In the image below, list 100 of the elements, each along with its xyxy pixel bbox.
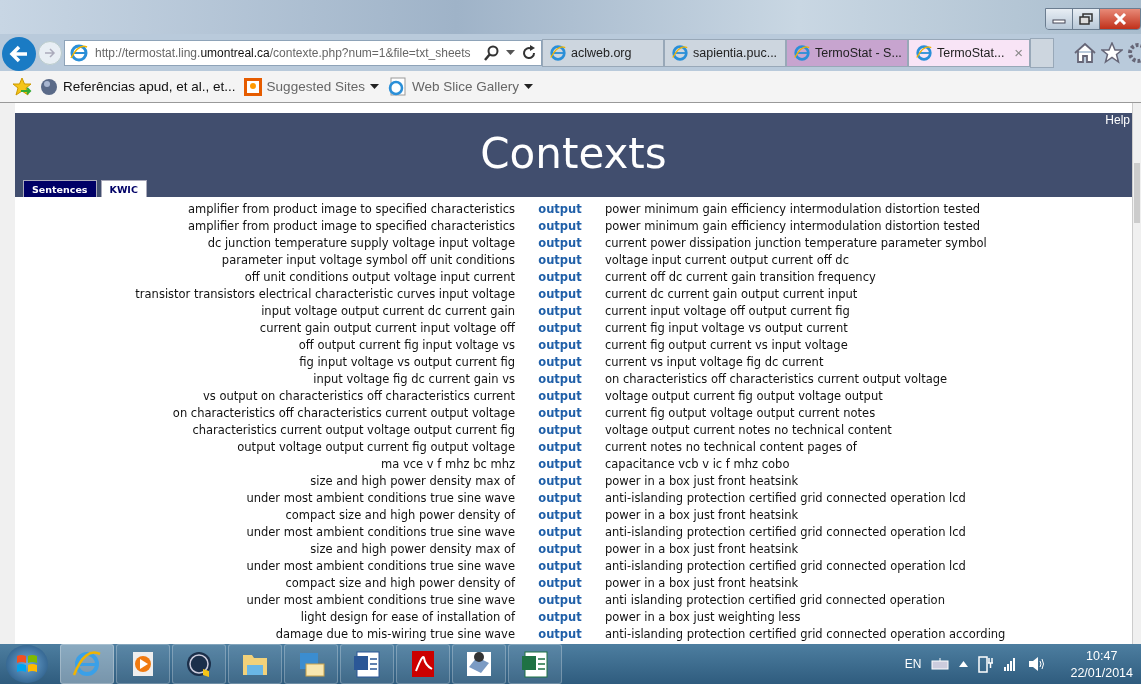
taskbar-app-button[interactable] xyxy=(172,644,226,684)
browser-icon xyxy=(71,649,103,679)
volume-icon[interactable] xyxy=(1028,656,1047,672)
globe-icon xyxy=(40,77,58,96)
favorites-link[interactable]: Referências apud, et al., et... xyxy=(40,77,236,96)
right-context: power in a box just front heatsink xyxy=(605,575,800,590)
right-context: anti-islanding protection certified grid connected operation lcd xyxy=(605,490,967,505)
favorites-link[interactable]: Suggested Sites xyxy=(243,77,379,96)
keyword: output xyxy=(537,371,583,386)
ie-icon xyxy=(793,43,811,62)
browser-tab[interactable]: TermoStat... × xyxy=(908,38,1030,67)
left-context: input voltage output current dc current gain xyxy=(260,303,515,318)
minimize-button[interactable] xyxy=(1046,9,1073,29)
help-link[interactable]: Help xyxy=(1105,113,1130,127)
keyword: output xyxy=(537,218,583,233)
keyword: output xyxy=(537,456,583,471)
address-bar[interactable]: http://termostat.ling.umontreal.ca/contexte.php?num=1&file=txt_sheets xyxy=(64,39,542,66)
keyword: output xyxy=(537,286,583,301)
left-context: under most ambient conditions true sine wave xyxy=(245,490,515,505)
language-indicator[interactable]: EN xyxy=(904,657,922,671)
back-arrow-icon xyxy=(9,44,29,63)
keyword: output xyxy=(537,201,583,216)
right-context: current power dissipation junction temperature parameter symbol xyxy=(605,235,988,250)
right-context: current fig output voltage output current notes xyxy=(605,405,877,420)
left-context: off unit conditions output voltage input current xyxy=(243,269,515,284)
restore-button[interactable] xyxy=(1073,9,1100,29)
right-context: on characteristics off characteristics current output voltage xyxy=(605,371,949,386)
left-context: under most ambient conditions true sine wave xyxy=(245,592,515,607)
clock-time[interactable]: 10:47 xyxy=(1086,648,1118,663)
keyword: output xyxy=(537,524,583,539)
close-icon xyxy=(1113,13,1127,25)
dropdown-icon[interactable] xyxy=(506,49,515,56)
favorites-star-icon[interactable] xyxy=(12,76,32,97)
right-context: anti-islanding protection certified grid connected operation lcd xyxy=(605,558,967,573)
document-icon xyxy=(351,649,383,679)
favorites-link[interactable]: Web Slice Gallery xyxy=(386,76,533,97)
browser-tab[interactable]: TermoStat - S... xyxy=(786,38,908,67)
left-context: parameter input voltage symbol off unit conditions xyxy=(220,252,515,267)
clock-date[interactable]: 22/01/2014 xyxy=(1070,665,1133,680)
forward-arrow-icon xyxy=(44,46,56,59)
left-context: under most ambient conditions true sine wave xyxy=(245,524,515,539)
restore-icon xyxy=(1079,13,1093,25)
right-context: power minimum gain efficiency intermodulation distortion tested xyxy=(605,218,982,233)
left-context: compact size and high power density of xyxy=(284,575,515,590)
view-tab[interactable]: KWIC xyxy=(100,180,147,197)
back-button[interactable] xyxy=(2,36,36,71)
close-button[interactable] xyxy=(1100,9,1140,29)
ie-icon xyxy=(69,42,89,63)
right-context: voltage input current output current off dc xyxy=(605,252,850,267)
keyword: output xyxy=(537,439,583,454)
left-context: light design for ease of installation of xyxy=(299,609,515,624)
left-context: size and high power density max of xyxy=(309,541,515,556)
caret-icon[interactable] xyxy=(369,83,379,90)
right-context: current input voltage off output current fig xyxy=(605,303,851,318)
right-context: power in a box just weighting less xyxy=(605,609,802,624)
left-context: amplifier from product image to specified characteristics xyxy=(186,201,515,216)
right-context: current fig output current vs input voltage xyxy=(605,337,849,352)
search-icon[interactable] xyxy=(484,44,500,61)
refresh-icon[interactable] xyxy=(521,44,537,61)
ie-icon xyxy=(915,43,933,62)
browser-tab[interactable]: aclweb.org xyxy=(542,38,664,67)
view-tab[interactable]: Sentences xyxy=(23,180,97,197)
caret-icon[interactable] xyxy=(524,83,533,90)
left-context: fig input voltage vs output current fig xyxy=(298,354,515,369)
show-hidden-icons-icon[interactable] xyxy=(959,661,969,667)
right-context: power minimum gain efficiency intermodulation distortion tested xyxy=(605,201,982,216)
right-context: voltage output current fig output voltage output xyxy=(605,388,884,403)
keyword: output xyxy=(537,337,583,352)
keyboard-icon[interactable] xyxy=(931,658,950,670)
right-context: current off dc current gain transition frequency xyxy=(605,269,877,284)
right-context: current vs input voltage fig dc current xyxy=(605,354,825,369)
keyword: output xyxy=(537,490,583,505)
taskbar-app-button[interactable] xyxy=(452,644,506,684)
left-context: amplifier from product image to specified characteristics xyxy=(186,218,515,233)
home-icon[interactable] xyxy=(1073,41,1097,64)
keyword: output xyxy=(537,609,583,624)
keyword: output xyxy=(537,405,583,420)
right-context: anti islanding protection certified grid connected operation xyxy=(605,592,946,607)
keyword: output xyxy=(537,473,583,488)
browser-tab[interactable]: sapientia.puc... xyxy=(664,38,786,67)
left-context: output voltage output current fig output voltage xyxy=(236,439,515,454)
page-title: Contexts xyxy=(480,131,667,178)
left-context: on characteristics off characteristics current output voltage xyxy=(171,405,515,420)
spreadsheet-icon xyxy=(519,649,551,679)
left-context: damage due to mis-wiring true sine wave xyxy=(274,626,515,641)
keyword: output xyxy=(537,575,583,590)
right-context: power in a box just front heatsink xyxy=(605,541,800,556)
star-icon[interactable] xyxy=(1101,41,1123,64)
taskbar-app-button[interactable] xyxy=(508,644,562,684)
taskbar-app-button[interactable] xyxy=(340,644,394,684)
left-context: size and high power density max of xyxy=(309,473,515,488)
left-context: current gain output current input voltage off xyxy=(258,320,515,335)
keyword: output xyxy=(537,422,583,437)
settings-icon[interactable] xyxy=(1127,41,1141,64)
start-button[interactable] xyxy=(6,645,48,683)
left-context: compact size and high power density of xyxy=(284,507,515,522)
battery-icon[interactable] xyxy=(978,655,995,673)
right-context: anti-islanding protection certified grid connected operation lcd xyxy=(605,524,967,539)
right-context: power in a box just front heatsink xyxy=(605,507,800,522)
scrollbar[interactable] xyxy=(1132,103,1141,644)
